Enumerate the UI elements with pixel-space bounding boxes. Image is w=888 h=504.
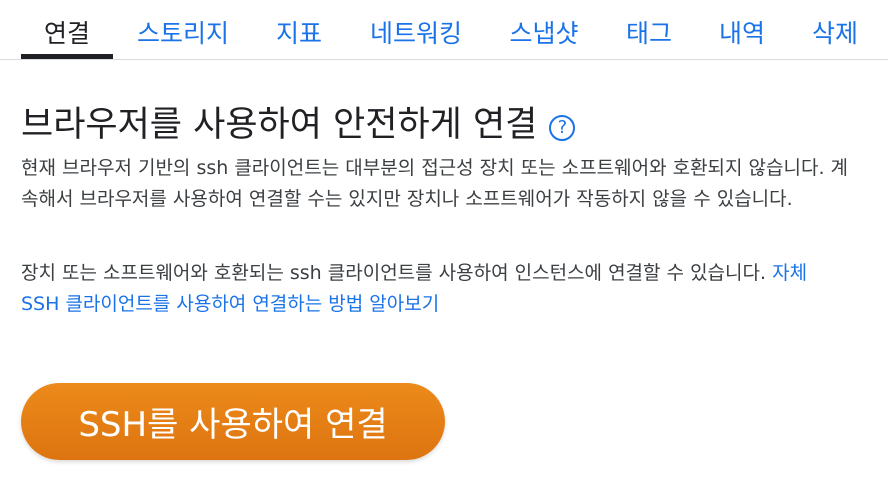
browser-warning-text: 현재 브라우저 기반의 ssh 클라이언트는 대부분의 접근성 장치 또는 소프… <box>21 157 849 210</box>
page-title: 브라우저를 사용하여 안전하게 연결 ? <box>21 100 576 150</box>
connect-using-ssh-button[interactable]: SSH를 사용하여 연결 <box>21 383 445 460</box>
help-icon[interactable]: ? <box>549 115 576 141</box>
active-tab-indicator <box>21 54 113 59</box>
tab-storage[interactable]: 스토리지 <box>133 14 233 54</box>
tab-metrics[interactable]: 지표 <box>270 14 328 54</box>
tab-tags[interactable]: 태그 <box>620 14 678 54</box>
tab-history[interactable]: 내역 <box>713 14 771 54</box>
tab-bar: 연결 스토리지 지표 네트워킹 스냅샷 태그 내역 삭제 <box>0 0 888 60</box>
tab-networking[interactable]: 네트워킹 <box>366 14 466 54</box>
page-title-text: 브라우저를 사용하여 안전하게 연결 <box>21 105 538 145</box>
tab-delete[interactable]: 삭제 <box>806 14 864 54</box>
tab-snapshots[interactable]: 스냅샷 <box>505 14 583 54</box>
ssh-client-info-text: 장치 또는 소프트웨어와 호환되는 ssh 클라이언트를 사용하여 인스턴스에 … <box>21 262 767 284</box>
tab-connect[interactable]: 연결 <box>21 14 113 54</box>
ssh-client-info: 장치 또는 소프트웨어와 호환되는 ssh 클라이언트를 사용하여 인스턴스에 … <box>21 258 851 320</box>
